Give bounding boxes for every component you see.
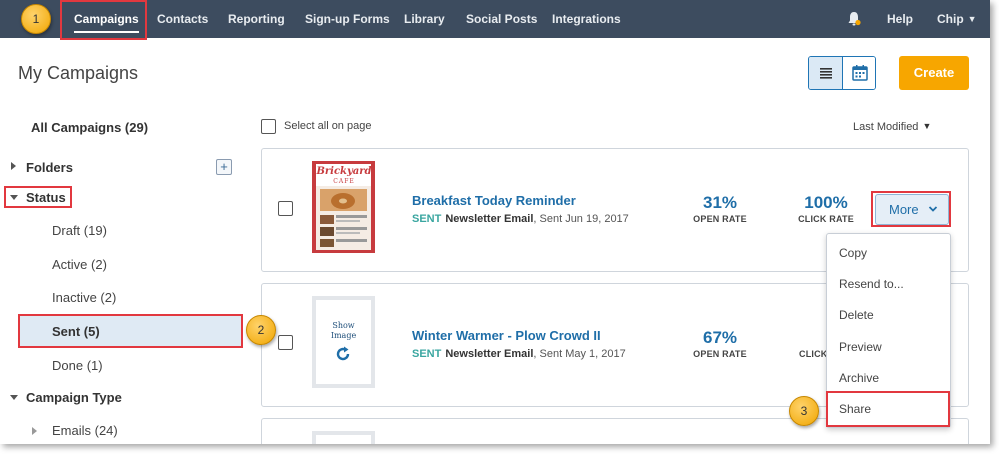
sidebar-campaign-type[interactable]: Campaign Type xyxy=(26,390,122,405)
menu-item-delete[interactable]: Delete xyxy=(839,308,874,322)
menu-item-preview[interactable]: Preview xyxy=(839,340,882,354)
calendar-icon xyxy=(852,65,868,81)
sidebar-all-campaigns[interactable]: All Campaigns (29) xyxy=(31,120,148,135)
campaign-type: Newsletter Email xyxy=(445,348,534,360)
menu-item-copy[interactable]: Copy xyxy=(839,246,867,260)
calendar-view-button[interactable] xyxy=(843,57,875,89)
sidebar-item-inactive[interactable]: Inactive (2) xyxy=(52,290,116,305)
campaign-meta: SENT Newsletter Email, Sent Jun 19, 2017 xyxy=(412,213,629,225)
nav-integrations[interactable]: Integrations xyxy=(552,0,621,38)
highlight-box-more xyxy=(871,191,951,227)
campaign-thumbnail[interactable] xyxy=(312,431,375,444)
highlight-box-status xyxy=(4,186,72,208)
campaign-status: SENT xyxy=(412,213,442,225)
top-navigation: Campaigns Contacts Reporting Sign-up For… xyxy=(0,0,990,38)
campaign-date: , Sent Jun 19, 2017 xyxy=(533,213,629,225)
caret-down-icon[interactable] xyxy=(10,395,18,400)
chevron-down-icon: ▼ xyxy=(922,121,932,131)
thumbnail-show-text: Show xyxy=(332,321,355,330)
create-button[interactable]: Create xyxy=(899,56,969,90)
add-folder-button[interactable]: + xyxy=(216,159,232,175)
list-icon xyxy=(820,68,832,79)
user-menu[interactable]: Chip ▼ xyxy=(937,0,977,38)
list-view-button[interactable] xyxy=(809,57,843,89)
click-rate-value: 100% xyxy=(804,193,848,212)
campaign-name-link[interactable]: Breakfast Today Reminder xyxy=(412,193,576,208)
campaign-thumbnail[interactable] xyxy=(312,296,375,388)
open-rate-label: OPEN RATE xyxy=(693,214,747,224)
page-title: My Campaigns xyxy=(18,63,139,83)
campaign-type: Newsletter Email xyxy=(445,213,534,225)
user-name: Chip xyxy=(937,12,964,26)
caret-right-icon[interactable] xyxy=(11,162,16,170)
nav-contacts[interactable]: Contacts xyxy=(157,0,208,38)
view-toggle xyxy=(808,56,876,90)
nav-library[interactable]: Library xyxy=(404,0,445,38)
refresh-icon[interactable] xyxy=(334,345,352,363)
caret-right-icon[interactable] xyxy=(32,427,37,435)
sidebar-folders[interactable]: Folders xyxy=(26,160,73,175)
sort-dropdown[interactable]: Last Modified ▼ xyxy=(853,121,931,133)
menu-item-resend[interactable]: Resend to... xyxy=(839,277,904,291)
callout-1: 1 xyxy=(21,4,51,34)
sort-label: Last Modified xyxy=(853,121,919,133)
menu-item-archive[interactable]: Archive xyxy=(839,371,879,385)
nav-reporting[interactable]: Reporting xyxy=(228,0,285,38)
thumbnail-brand-sub: CAFE xyxy=(333,178,355,185)
open-rate-label: OPEN RATE xyxy=(693,349,747,359)
campaign-checkbox[interactable] xyxy=(278,335,293,350)
campaign-checkbox[interactable] xyxy=(278,201,293,216)
open-rate-value: 31% xyxy=(702,193,738,212)
select-all-label: Select all on page xyxy=(284,120,372,132)
highlight-box-campaigns xyxy=(60,0,147,40)
campaign-status: SENT xyxy=(412,348,442,360)
thumbnail-image-text: Image xyxy=(330,331,357,340)
callout-3: 3 xyxy=(789,396,819,426)
campaign-meta: SENT Newsletter Email, Sent May 1, 2017 xyxy=(412,348,626,360)
sidebar-item-active[interactable]: Active (2) xyxy=(52,257,107,272)
notification-bell-icon[interactable] xyxy=(847,11,861,27)
app-window: Campaigns Contacts Reporting Sign-up For… xyxy=(0,0,990,444)
highlight-box-sent xyxy=(18,314,243,348)
chevron-down-icon: ▼ xyxy=(967,14,977,24)
select-all-checkbox[interactable] xyxy=(261,119,276,134)
callout-2: 2 xyxy=(246,315,276,345)
campaign-name-link[interactable]: Winter Warmer - Plow Crowd II xyxy=(412,328,601,343)
open-rate-value: 67% xyxy=(702,328,738,347)
sidebar-item-emails[interactable]: Emails (24) xyxy=(52,423,118,438)
nav-social-posts[interactable]: Social Posts xyxy=(466,0,537,38)
sidebar-item-done[interactable]: Done (1) xyxy=(52,358,103,373)
highlight-box-share xyxy=(826,391,950,427)
sidebar-item-draft[interactable]: Draft (19) xyxy=(52,223,107,238)
nav-help[interactable]: Help xyxy=(887,0,913,38)
click-rate-label: CLICK RATE xyxy=(798,214,854,224)
thumbnail-brand-text: Brickyard xyxy=(316,166,372,177)
nav-signup-forms[interactable]: Sign-up Forms xyxy=(305,0,390,38)
campaign-date: , Sent May 1, 2017 xyxy=(533,348,626,360)
